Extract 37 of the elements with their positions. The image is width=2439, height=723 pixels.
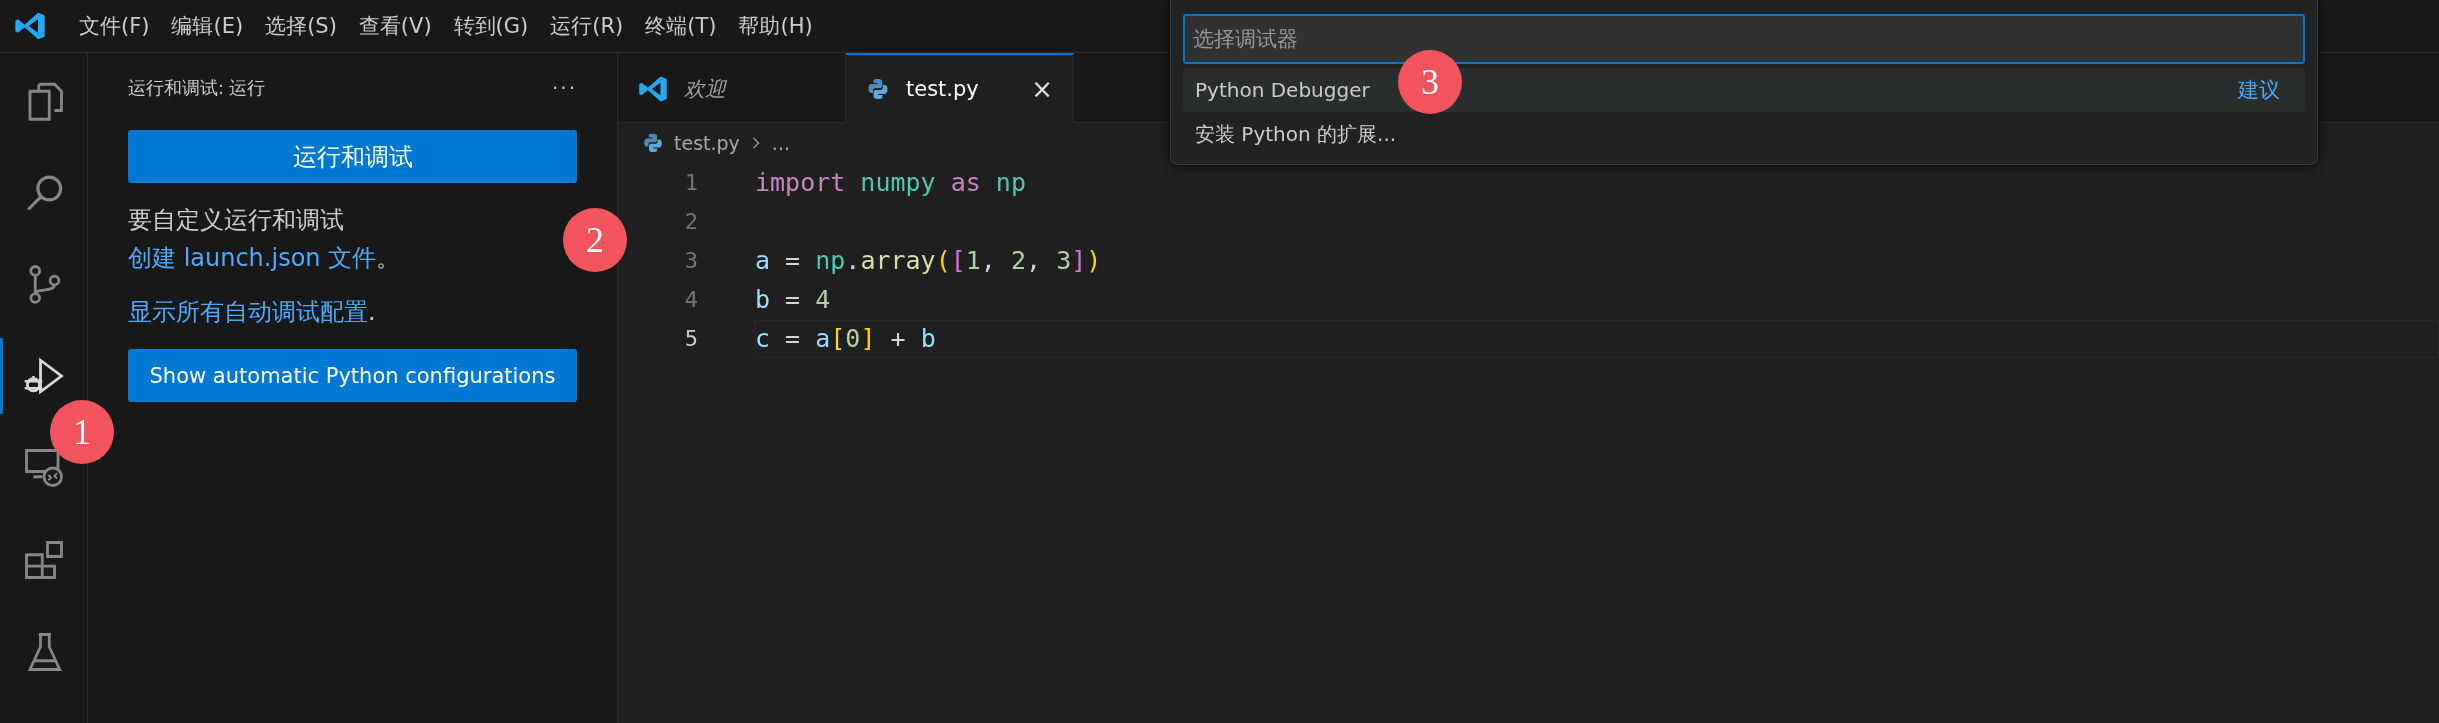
play-bug-icon[interactable]	[22, 355, 65, 397]
editor-tab[interactable]: test.py ×	[846, 53, 1074, 123]
line-number: 4	[683, 287, 699, 312]
panel-title: 运行和调试: 运行	[128, 77, 266, 100]
run-and-debug-button[interactable]: 运行和调试	[128, 130, 577, 183]
close-button[interactable]: ×	[1031, 74, 1053, 104]
blocks-icon[interactable]	[22, 539, 65, 581]
monitor-icon[interactable]	[22, 447, 65, 489]
menu-item[interactable]: 终端(T)	[634, 8, 728, 44]
menu-item[interactable]: 文件(F)	[68, 8, 161, 44]
code-line: import numpy as np	[754, 167, 1027, 199]
tab-label: 欢迎	[684, 75, 728, 103]
code-line: a = np.array([1, 2, 3])	[754, 245, 1103, 277]
more-actions-button[interactable]: ···	[551, 76, 577, 100]
show-all-configs-link[interactable]: 显示所有自动调试配置	[128, 298, 368, 326]
tab-label: test.py	[906, 77, 980, 101]
line-number: 5	[683, 326, 699, 351]
menu-item[interactable]: 帮助(H)	[727, 8, 824, 44]
menu-item[interactable]: 编辑(E)	[160, 8, 255, 44]
debugger-search-field[interactable]: 选择调试器	[1183, 14, 2305, 64]
python-configs-button[interactable]: Show automatic Python configurations	[128, 349, 577, 402]
debugger-option[interactable]: 安装 Python 的扩展...	[1183, 112, 2305, 156]
menu-item[interactable]: 查看(V)	[347, 8, 443, 44]
menu-item[interactable]: 运行(R)	[539, 8, 635, 44]
breadcrumb-item[interactable]: ...	[771, 132, 790, 154]
breadcrumb-item[interactable]: test.py	[674, 132, 740, 154]
show-all-text: 显示所有自动调试配置.	[128, 297, 377, 328]
menu-item[interactable]: 选择(S)	[254, 8, 348, 44]
line-number: 3	[683, 248, 699, 273]
create-launch-link[interactable]: 创建 launch.json 文件	[128, 244, 377, 272]
line-number: 1	[683, 170, 699, 195]
code-line: b = 4	[754, 284, 832, 316]
python-logo-icon	[642, 132, 664, 154]
python-logo-icon	[866, 77, 890, 101]
vscode-logo-icon	[14, 10, 46, 42]
line-number: 2	[683, 209, 699, 234]
menu-item[interactable]: 转到(G)	[442, 8, 540, 44]
